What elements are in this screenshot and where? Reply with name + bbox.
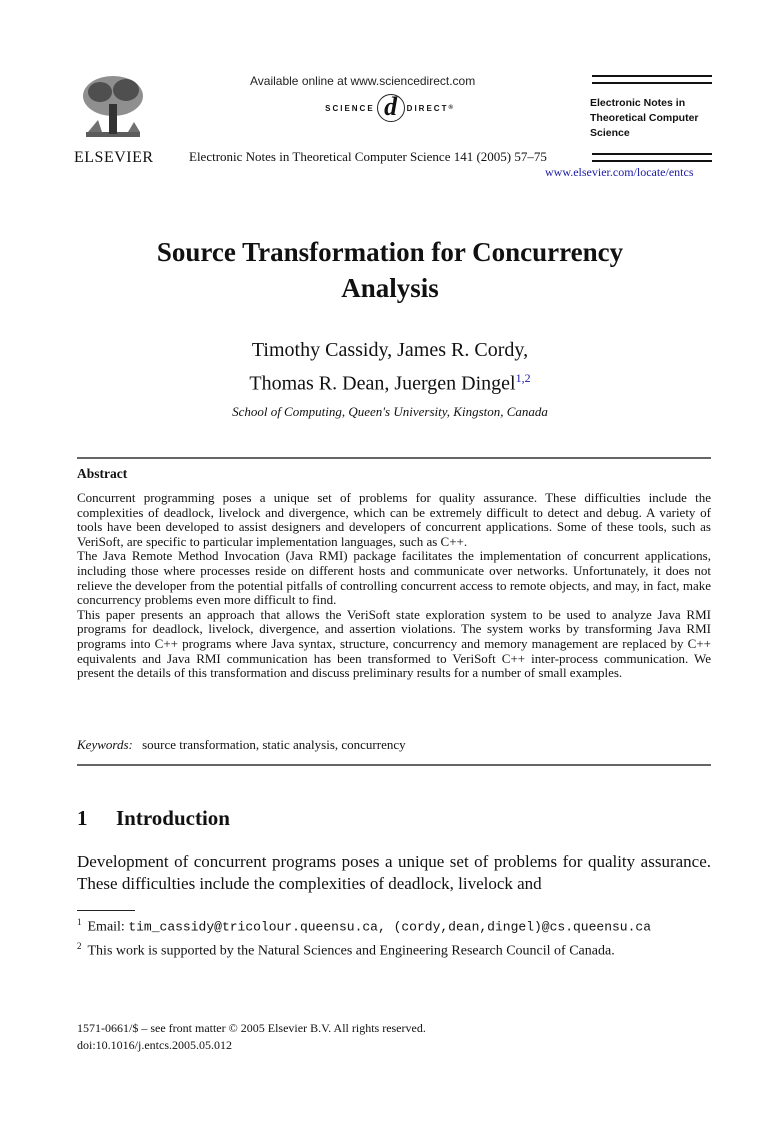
paper-title: Source Transformation for Concurrency An… (0, 234, 780, 306)
abstract-bottom-rule (77, 764, 711, 766)
footnote-prefix: Email: (87, 919, 129, 935)
journal-box-top-rule (592, 75, 712, 84)
journal-name-line: Electronic Notes in (590, 97, 686, 109)
footnote-ref-link[interactable]: 1,2 (516, 371, 531, 385)
authors-line-2: Thomas R. Dean, Juergen Dingel1,2 (0, 364, 780, 398)
doi: doi:10.1016/j.entcs.2005.05.012 (77, 1038, 232, 1052)
keywords-label: Keywords: (77, 737, 133, 752)
available-online-text: Available online at www.sciencedirect.co… (250, 74, 476, 88)
authors: Timothy Cassidy, James R. Cordy, Thomas … (0, 336, 780, 398)
journal-citation: Electronic Notes in Theoretical Computer… (189, 149, 547, 164)
footnotes: 1 Email: tim_cassidy@tricolour.queensu.ca… (77, 913, 711, 960)
journal-name-line: Science (590, 127, 630, 139)
journal-name-box: Electronic Notes in Theoretical Computer… (590, 96, 699, 141)
issn-copyright: 1571-0661/$ – see front matter © 2005 El… (77, 1021, 426, 1035)
journal-url-link[interactable]: www.elsevier.com/locate/entcs (545, 165, 694, 180)
introduction-text: Development of concurrent programs poses… (77, 852, 711, 893)
journal-box-bottom-rule (592, 153, 712, 162)
journal-name-line: Theoretical Computer (590, 112, 699, 124)
registered-mark: ® (448, 105, 455, 111)
section-heading: 1 Introduction (77, 806, 230, 831)
abstract-heading: Abstract (77, 466, 128, 481)
title-line: Source Transformation for Concurrency (156, 237, 624, 267)
abstract-paragraph: This paper presents an approach that all… (77, 606, 711, 681)
title-line: Analysis (341, 273, 439, 303)
keywords: Keywords: source transformation, static … (77, 737, 406, 753)
elsevier-wordmark: ELSEVIER (74, 149, 154, 166)
section-title: Introduction (116, 806, 230, 830)
footnote-mark: 2 (77, 940, 82, 951)
sciencedirect-left: SCIENCE (325, 103, 375, 113)
elsevier-logo: ELSEVIER (74, 74, 153, 166)
sciencedirect-at-icon: d (376, 94, 405, 122)
affiliation: School of Computing, Queen's University,… (232, 404, 548, 419)
abstract-top-rule (77, 457, 711, 459)
keywords-list: source transformation, static analysis, … (142, 737, 406, 752)
footnote: 1 Email: tim_cassidy@tricolour.queensu.ca… (77, 913, 711, 937)
authors-line: Thomas R. Dean, Juergen Dingel (249, 372, 516, 395)
abstract-body: Concurrent programming poses a unique se… (77, 490, 711, 681)
sciencedirect-logo: SCIENCE d DIRECT ® (295, 92, 485, 124)
section-number: 1 (77, 806, 88, 830)
footnote-emails: tim_cassidy@tricolour.queensu.ca, (cordy… (128, 919, 652, 935)
sciencedirect-right: DIRECT (406, 103, 449, 113)
elsevier-tree-icon (78, 74, 148, 142)
abstract-paragraph: The Java Remote Method Invocation (Java … (77, 548, 711, 608)
authors-line: Timothy Cassidy, James R. Cordy, (251, 339, 529, 361)
abstract-paragraph: Concurrent programming poses a unique se… (77, 490, 711, 549)
front-matter-info: 1571-0661/$ – see front matter © 2005 El… (77, 1020, 426, 1054)
footnote-rule (77, 910, 135, 911)
footnote: 2 This work is supported by the Natural S… (77, 937, 711, 961)
footnote-text: This work is supported by the Natural Sc… (87, 943, 615, 959)
footnote-mark: 1 (77, 917, 82, 927)
